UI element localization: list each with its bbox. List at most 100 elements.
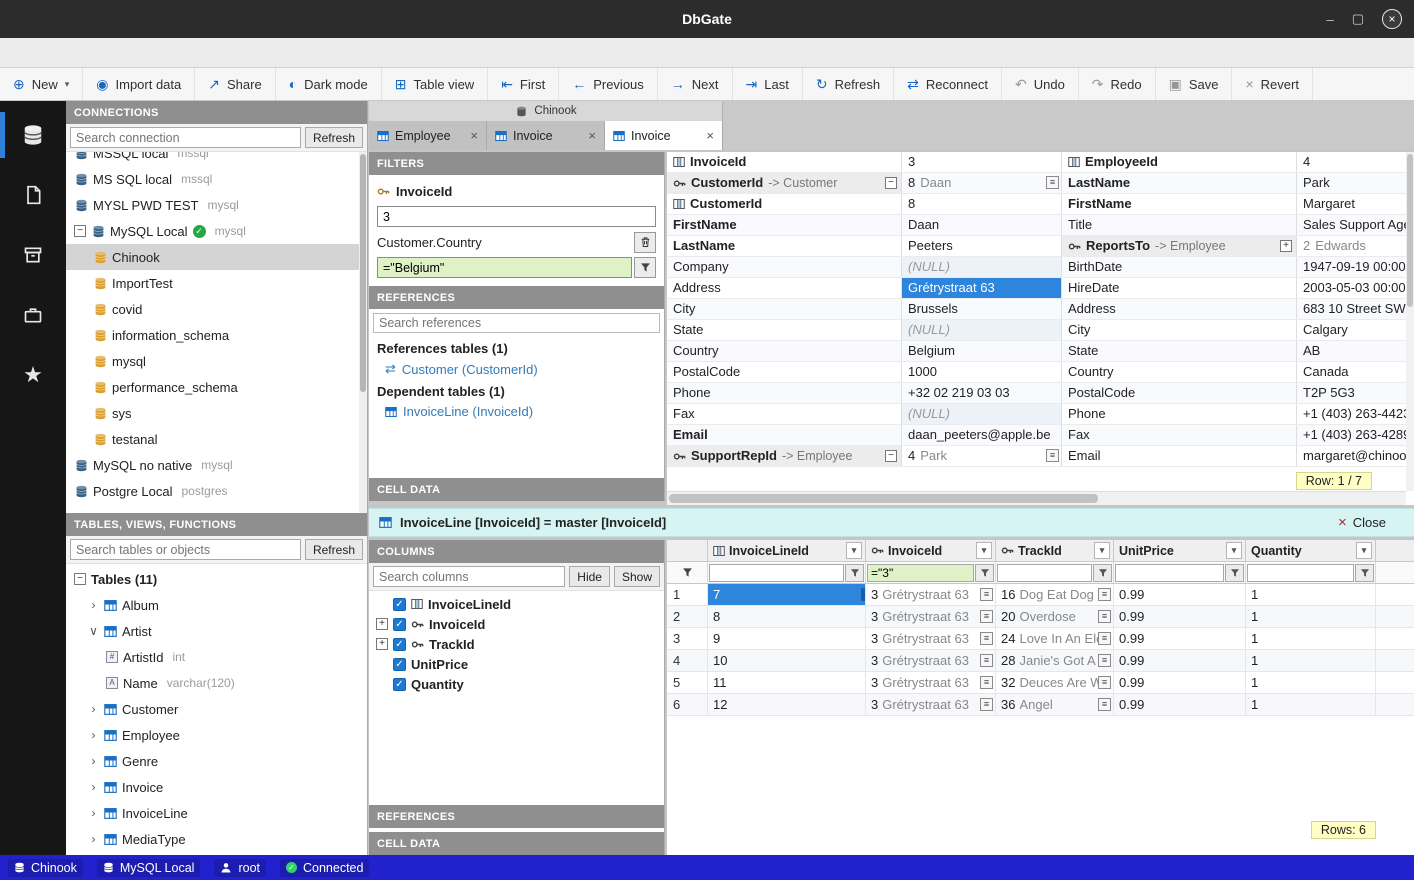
grid-cell[interactable]: 16Dog Eat Dog≡ — [996, 584, 1114, 605]
field-value-cell[interactable]: 1000 ≡ — [902, 362, 1062, 382]
grid-cell[interactable]: 11 — [708, 672, 866, 693]
collapse-icon[interactable]: + — [1280, 240, 1292, 252]
grid-cell[interactable]: 1 — [1246, 694, 1376, 715]
connection-item[interactable]: ImportTest ✓ — [66, 270, 367, 296]
open-document-icon[interactable]: ≡ — [980, 632, 993, 645]
tree-item[interactable]: › Customer — [66, 696, 367, 722]
tree-item[interactable]: A Name varchar(120) — [66, 670, 367, 696]
collapse-icon[interactable]: − — [885, 450, 897, 462]
field-name-cell[interactable]: PostalCode — [1062, 383, 1297, 403]
first-button[interactable]: ⇤First — [488, 68, 559, 100]
last-button[interactable]: ⇥Last — [733, 68, 803, 100]
column-toggle-row[interactable]: ✓ UnitPrice — [369, 654, 664, 674]
connection-item[interactable]: MSSQL local ✓ mssql — [66, 152, 367, 166]
vertical-scrollbar[interactable] — [1406, 152, 1414, 491]
column-header[interactable]: InvoiceId ▾ — [866, 540, 996, 561]
grid-cell[interactable]: 1 — [1246, 606, 1376, 627]
field-value-cell[interactable]: Park ≡ — [1297, 173, 1414, 193]
open-document-icon[interactable]: ≡ — [1098, 698, 1111, 711]
refresh-button[interactable]: ↻Refresh — [803, 68, 894, 100]
field-name-cell[interactable]: HireDate — [1062, 278, 1297, 298]
tree-item[interactable]: › Employee — [66, 722, 367, 748]
field-name-cell[interactable]: State — [1062, 341, 1297, 361]
grid-cell[interactable]: 1 — [1246, 672, 1376, 693]
grid-cell[interactable]: 0.99 — [1114, 606, 1246, 627]
connection-item[interactable]: testanal ✓ — [66, 426, 367, 452]
save-button[interactable]: ▣Save — [1156, 68, 1233, 100]
grid-cell[interactable]: 3Grétrystraat 63≡ — [866, 584, 996, 605]
rail-archive-item[interactable] — [0, 227, 66, 283]
tree-item[interactable]: ∨ Artist — [66, 618, 367, 644]
field-name-cell[interactable]: Email — [1062, 446, 1297, 466]
field-value-cell[interactable]: 2003-05-03 00:00:00 ≡ — [1297, 278, 1414, 298]
new-button[interactable]: ⊕New▾ — [0, 68, 83, 100]
chevron-icon[interactable]: › — [88, 780, 99, 794]
filter-input[interactable] — [1115, 564, 1224, 582]
dark-mode-button[interactable]: ◐Dark mode — [276, 68, 382, 100]
field-name-cell[interactable]: LastName — [667, 236, 902, 256]
tables-search-input[interactable] — [70, 539, 301, 560]
open-document-icon[interactable]: ≡ — [980, 654, 993, 667]
column-checkbox[interactable]: ✓ — [393, 638, 406, 651]
scrollbar-thumb[interactable] — [669, 494, 1098, 503]
collapse-icon[interactable]: − — [74, 225, 86, 237]
field-name-cell[interactable]: State — [667, 320, 902, 340]
connection-item[interactable]: MySQL no native ✓ mysql — [66, 452, 367, 478]
connection-item[interactable]: information_schema ✓ — [66, 322, 367, 348]
expand-icon[interactable]: + — [376, 618, 388, 630]
field-value-cell[interactable]: Peeters ≡ — [902, 236, 1062, 256]
revert-button[interactable]: ×Revert — [1232, 68, 1312, 100]
connection-item[interactable]: performance_schema ✓ — [66, 374, 367, 400]
grid-cell[interactable]: 20Overdose≡ — [996, 606, 1114, 627]
funnel-icon[interactable] — [845, 564, 864, 582]
row-number[interactable]: 2 — [667, 606, 708, 627]
grid-cell[interactable]: 3Grétrystraat 63≡ — [866, 650, 996, 671]
status-database[interactable]: Chinook — [8, 859, 83, 877]
table-view-button[interactable]: ⊞Table view — [382, 68, 488, 100]
chevron-icon[interactable]: › — [88, 598, 99, 612]
hide-column-button[interactable]: Hide — [569, 566, 610, 587]
field-name-cell[interactable]: ReportsTo -> Employee + — [1062, 236, 1297, 256]
funnel-icon[interactable] — [634, 257, 656, 278]
column-header[interactable]: InvoiceLineId ▾ — [708, 540, 866, 561]
field-value-cell[interactable]: AB ≡ — [1297, 341, 1414, 361]
open-document-icon[interactable]: ≡ — [980, 676, 993, 689]
field-value-cell[interactable]: (NULL) ≡ — [902, 404, 1062, 424]
field-value-cell[interactable]: Margaret ≡ — [1297, 194, 1414, 214]
field-value-cell[interactable]: 3 ≡ — [902, 152, 1062, 172]
column-header[interactable]: Quantity ▾ — [1246, 540, 1376, 561]
column-menu-dropdown[interactable]: ▾ — [1094, 542, 1110, 559]
field-value-cell[interactable]: Belgium ≡ — [902, 341, 1062, 361]
tree-item[interactable]: › Genre — [66, 748, 367, 774]
connection-item[interactable]: mysql ✓ — [66, 348, 367, 374]
field-value-cell[interactable]: Daan ≡ — [902, 215, 1062, 235]
field-value-cell[interactable]: Calgary ≡ — [1297, 320, 1414, 340]
column-header[interactable]: UnitPrice ▾ — [1114, 540, 1246, 561]
delete-filter-button[interactable] — [634, 232, 656, 253]
collapse-icon[interactable]: − — [885, 177, 897, 189]
connection-item[interactable]: MS SQL local ✓ mssql — [66, 166, 367, 192]
connection-item[interactable]: Postgre Local ✓ postgres — [66, 478, 367, 504]
next-button[interactable]: →Next — [658, 68, 733, 100]
open-document-icon[interactable]: ≡ — [1098, 654, 1111, 667]
undo-button[interactable]: ↶Undo — [1002, 68, 1079, 100]
filter-input[interactable] — [1247, 564, 1354, 582]
row-number[interactable]: 6 — [667, 694, 708, 715]
field-value-cell[interactable]: +1 (403) 263-4423 ≡ — [1297, 404, 1414, 424]
show-column-button[interactable]: Show — [614, 566, 660, 587]
row-number[interactable]: 5 — [667, 672, 708, 693]
columns-search-input[interactable] — [373, 566, 565, 587]
collapse-icon[interactable]: − — [74, 573, 86, 585]
grid-cell[interactable]: 1 — [1246, 628, 1376, 649]
field-name-cell[interactable]: City — [1062, 320, 1297, 340]
rail-files-item[interactable] — [0, 167, 66, 223]
field-name-cell[interactable]: Country — [1062, 362, 1297, 382]
status-connection[interactable]: MySQL Local — [97, 859, 201, 877]
field-name-cell[interactable]: Title — [1062, 215, 1297, 235]
field-name-cell[interactable]: Address — [667, 278, 902, 298]
field-name-cell[interactable]: CustomerId -> Customer − — [667, 173, 902, 193]
field-name-cell[interactable]: BirthDate — [1062, 257, 1297, 277]
field-value-cell[interactable]: 4 Park ≡ — [902, 446, 1062, 466]
field-value-cell[interactable]: Brussels ≡ — [902, 299, 1062, 319]
grid-cell[interactable]: 3Grétrystraat 63≡ — [866, 694, 996, 715]
